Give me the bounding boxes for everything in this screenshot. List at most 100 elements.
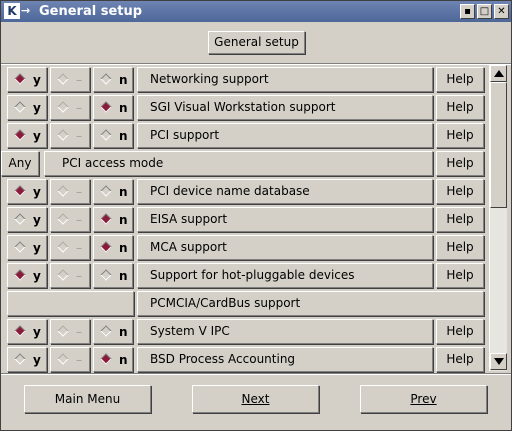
title-bar[interactable]: K → General setup ▪ □ ✕ <box>1 1 511 22</box>
option-n-label: n <box>119 129 128 143</box>
radio-diamond-icon <box>14 325 26 337</box>
radio-diamond-icon <box>14 353 26 365</box>
radio-diamond-icon <box>100 325 112 337</box>
option-label[interactable]: PCI device name database <box>137 179 433 204</box>
help-button[interactable]: Help <box>436 179 484 204</box>
option-y-label: y <box>33 73 41 87</box>
option-m-label: – <box>76 269 82 283</box>
maximize-button[interactable]: □ <box>477 4 492 19</box>
radio-diamond-icon <box>57 185 69 197</box>
option-n-label: n <box>119 185 128 199</box>
option-m-label: – <box>76 213 82 227</box>
option-y-radio[interactable]: y <box>7 67 47 92</box>
option-n-radio[interactable]: n <box>93 347 133 372</box>
option-m-label: – <box>76 73 82 87</box>
option-label[interactable]: Networking support <box>137 67 433 92</box>
option-n-radio[interactable]: n <box>93 319 133 344</box>
config-window: K → General setup ▪ □ ✕ General setup y –… <box>0 0 512 431</box>
choice-label[interactable]: PCI access mode <box>44 151 433 176</box>
radio-diamond-icon <box>57 269 69 281</box>
option-m-radio: – <box>50 263 90 288</box>
top-divider <box>1 63 511 65</box>
main-menu-button[interactable]: Main Menu <box>24 385 151 413</box>
option-m-label: – <box>76 325 82 339</box>
option-n-radio[interactable]: n <box>93 207 133 232</box>
option-y-radio[interactable]: y <box>7 263 47 288</box>
radio-diamond-icon <box>57 241 69 253</box>
option-n-label: n <box>119 73 128 87</box>
scrollbar-thumb[interactable] <box>490 82 507 208</box>
radio-diamond-icon <box>57 101 69 113</box>
option-n-label: n <box>119 213 128 227</box>
option-n-radio[interactable]: n <box>93 95 133 120</box>
option-n-radio[interactable]: n <box>93 179 133 204</box>
submenu-button[interactable]: PCMCIA/CardBus support <box>137 291 484 316</box>
vertical-scrollbar[interactable] <box>489 65 507 371</box>
scroll-up-button[interactable] <box>490 65 507 82</box>
prev-button[interactable]: Prev <box>360 385 487 413</box>
option-n-radio[interactable]: n <box>93 263 133 288</box>
option-y-radio[interactable]: y <box>7 319 47 344</box>
option-y-label: y <box>33 241 41 255</box>
option-label[interactable]: MCA support <box>137 235 433 260</box>
option-y-radio[interactable]: y <box>7 123 47 148</box>
option-label[interactable]: Support for hot-pluggable devices <box>137 263 433 288</box>
option-y-radio[interactable]: y <box>7 235 47 260</box>
help-button[interactable]: Help <box>436 319 484 344</box>
bottom-divider <box>1 373 511 375</box>
option-m-radio: – <box>50 123 90 148</box>
option-m-label: – <box>76 129 82 143</box>
option-m-radio: – <box>50 67 90 92</box>
option-m-radio: – <box>50 235 90 260</box>
option-n-label: n <box>119 269 128 283</box>
option-y-radio[interactable]: y <box>7 179 47 204</box>
general-setup-button[interactable]: General setup <box>208 31 305 54</box>
radio-diamond-icon <box>57 325 69 337</box>
option-y-label: y <box>33 353 41 367</box>
help-button[interactable]: Help <box>436 95 484 120</box>
next-button[interactable]: Next <box>192 385 319 413</box>
help-button[interactable]: Help <box>436 67 484 92</box>
scroll-down-button[interactable] <box>490 353 507 370</box>
minimize-button[interactable]: ▪ <box>460 4 475 19</box>
option-label[interactable]: EISA support <box>137 207 433 232</box>
option-y-radio[interactable]: y <box>7 95 47 120</box>
option-row: y – n SGI Visual Workstation support Help <box>7 95 487 120</box>
option-n-radio[interactable]: n <box>93 67 133 92</box>
option-row: y – n BSD Process Accounting Help <box>7 347 487 372</box>
option-label[interactable]: PCI support <box>137 123 433 148</box>
radio-diamond-icon <box>14 241 26 253</box>
help-button[interactable]: Help <box>436 123 484 148</box>
help-button[interactable]: Help <box>436 263 484 288</box>
radio-diamond-icon <box>14 185 26 197</box>
choice-value-button[interactable]: Any <box>1 151 39 176</box>
help-button[interactable]: Help <box>436 207 484 232</box>
option-label[interactable]: BSD Process Accounting <box>137 347 433 372</box>
option-y-radio[interactable]: y <box>7 207 47 232</box>
window-title: General setup <box>39 4 143 19</box>
option-label[interactable]: System V IPC <box>137 319 433 344</box>
option-n-radio[interactable]: n <box>93 235 133 260</box>
option-n-radio[interactable]: n <box>93 123 133 148</box>
help-button[interactable]: Help <box>436 347 484 372</box>
help-button[interactable]: Help <box>436 235 484 260</box>
option-row: y – n Support for hot-pluggable devices Help <box>7 263 487 288</box>
help-button[interactable]: Help <box>436 151 484 176</box>
option-m-radio: – <box>50 319 90 344</box>
option-y-radio[interactable]: y <box>7 347 47 372</box>
kde-k-icon[interactable]: K <box>4 3 20 19</box>
close-button[interactable]: ✕ <box>494 4 509 19</box>
option-m-radio: – <box>50 207 90 232</box>
radio-diamond-icon <box>14 101 26 113</box>
option-label[interactable]: SGI Visual Workstation support <box>137 95 433 120</box>
option-row: y – n PCI support Help <box>7 123 487 148</box>
radio-diamond-icon <box>14 213 26 225</box>
option-n-label: n <box>119 241 128 255</box>
radio-diamond-icon <box>14 269 26 281</box>
option-row: y – n System V IPC Help <box>7 319 487 344</box>
radio-diamond-icon <box>100 269 112 281</box>
radio-diamond-icon <box>100 185 112 197</box>
option-m-radio: – <box>50 347 90 372</box>
option-y-label: y <box>33 129 41 143</box>
radio-diamond-icon <box>100 213 112 225</box>
